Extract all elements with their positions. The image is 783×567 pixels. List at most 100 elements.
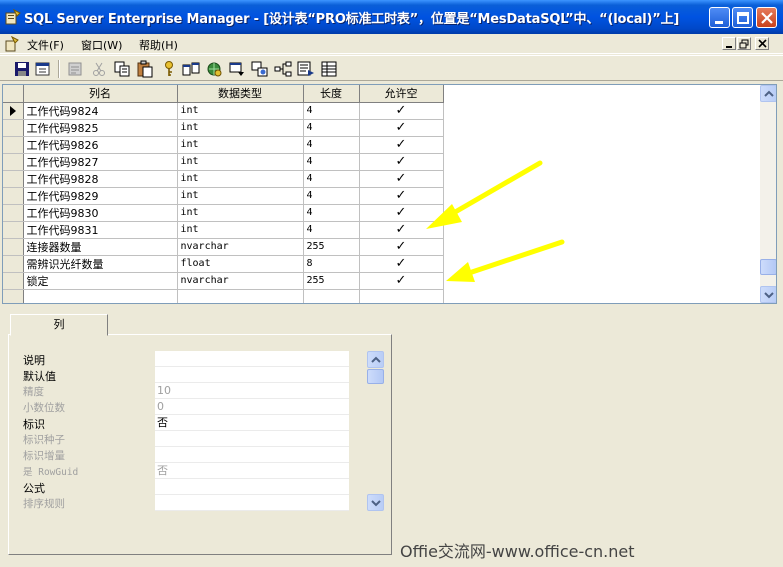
table-row[interactable]: 连接器数量 nvarchar 255 ✓ [3,238,444,256]
property-value[interactable] [155,351,349,367]
relationships-button[interactable] [182,60,200,78]
table-row[interactable]: 工作代码9828 int 4 ✓ [3,170,444,188]
cell-column-name[interactable]: 工作代码9829 [23,187,178,205]
row-selector[interactable] [3,204,24,222]
scroll-thumb[interactable] [760,259,776,275]
property-row[interactable]: 默认值 [23,367,359,383]
cell-column-name[interactable] [23,289,178,303]
cell-length[interactable]: 255 [303,238,360,256]
cell-data-type[interactable]: nvarchar [177,272,304,290]
document-icon[interactable] [4,36,20,52]
column-header-nullable[interactable]: 允许空 [359,85,444,103]
row-selector[interactable] [3,170,24,188]
close-button[interactable] [756,7,777,28]
enterprise-manager-app-icon[interactable] [5,9,21,25]
cell-length[interactable]: 4 [303,221,360,239]
row-selector[interactable] [3,102,24,120]
cell-allow-nulls[interactable]: ✓ [359,187,444,205]
constraints-button[interactable] [228,60,246,78]
cell-allow-nulls[interactable]: ✓ [359,238,444,256]
column-header-type[interactable]: 数据类型 [177,85,304,103]
scroll-up-button[interactable] [760,85,776,102]
cell-length[interactable]: 255 [303,272,360,290]
triggers-button[interactable] [251,60,269,78]
scroll-thumb[interactable] [367,369,384,384]
cell-length[interactable]: 8 [303,255,360,273]
table-row[interactable]: 锁定 nvarchar 255 ✓ [3,272,444,290]
property-value[interactable] [155,479,349,495]
cell-length[interactable]: 4 [303,187,360,205]
cell-column-name[interactable]: 工作代码9826 [23,136,178,154]
cell-data-type[interactable]: int [177,170,304,188]
cell-column-name[interactable]: 连接器数量 [23,238,178,256]
cell-data-type[interactable]: int [177,102,304,120]
cell-allow-nulls[interactable]: ✓ [359,119,444,137]
cell-length[interactable]: 4 [303,136,360,154]
paste-button[interactable] [136,60,154,78]
dependencies-button[interactable] [274,60,292,78]
menu-window[interactable]: 窗口(W) [81,37,122,53]
copy-button[interactable] [113,60,131,78]
cell-allow-nulls[interactable] [359,289,444,303]
cell-data-type[interactable] [177,289,304,303]
row-selector[interactable] [3,255,24,273]
row-selector[interactable] [3,187,24,205]
property-value[interactable] [155,367,349,383]
property-value[interactable]: 否 [155,415,349,431]
cell-allow-nulls[interactable]: ✓ [359,204,444,222]
cell-length[interactable]: 4 [303,170,360,188]
scroll-up-button[interactable] [367,351,384,368]
scroll-down-button[interactable] [367,494,384,511]
property-row[interactable]: 公式 [23,479,359,495]
cell-data-type[interactable]: int [177,136,304,154]
table-row[interactable]: 工作代码9825 int 4 ✓ [3,119,444,137]
row-selector-header[interactable] [3,85,24,103]
row-selector[interactable] [3,153,24,171]
cell-data-type[interactable]: nvarchar [177,238,304,256]
tab-columns[interactable]: 列 [10,314,108,336]
cut-button[interactable] [90,60,108,78]
cell-allow-nulls[interactable]: ✓ [359,221,444,239]
property-row[interactable]: 精度 10 [23,383,359,399]
grid-view-button[interactable] [320,60,338,78]
cell-data-type[interactable]: int [177,119,304,137]
table-row[interactable]: 工作代码9826 int 4 ✓ [3,136,444,154]
table-row[interactable]: 工作代码9824 int 4 ✓ [3,102,444,120]
cell-column-name[interactable]: 锁定 [23,272,178,290]
cell-data-type[interactable]: int [177,153,304,171]
cell-length[interactable]: 4 [303,153,360,171]
column-header-length[interactable]: 长度 [303,85,360,103]
cell-allow-nulls[interactable]: ✓ [359,272,444,290]
menu-file[interactable]: 文件(F) [27,37,64,53]
child-close-button[interactable] [755,37,769,50]
save-button[interactable] [13,60,31,78]
grid-vertical-scrollbar[interactable] [760,85,776,303]
cell-column-name[interactable]: 工作代码9830 [23,204,178,222]
property-row[interactable]: 是 RowGuid 否 [23,463,359,479]
cell-length[interactable]: 4 [303,102,360,120]
cell-allow-nulls[interactable]: ✓ [359,170,444,188]
cell-data-type[interactable]: float [177,255,304,273]
column-design-grid[interactable]: 列名 数据类型 长度 允许空 工作代码9824 int 4 ✓ 工作代码9825 int 4… [2,84,777,304]
cell-length[interactable]: 4 [303,119,360,137]
cell-length[interactable] [303,289,360,303]
cell-column-name[interactable]: 工作代码9824 [23,102,178,120]
generate-script-button[interactable] [66,60,84,78]
cell-allow-nulls[interactable]: ✓ [359,153,444,171]
property-row[interactable]: 标识增量 [23,447,359,463]
property-row[interactable]: 标识种子 [23,431,359,447]
child-minimize-button[interactable] [722,37,736,50]
cell-data-type[interactable]: int [177,187,304,205]
properties-button[interactable] [34,60,52,78]
cell-column-name[interactable]: 工作代码9825 [23,119,178,137]
property-row[interactable]: 说明 [23,351,359,367]
cell-column-name[interactable]: 需辨识光纤数量 [23,255,178,273]
save-change-script-button[interactable] [297,60,315,78]
minimize-button[interactable] [709,7,730,28]
row-selector[interactable] [3,272,24,290]
cell-column-name[interactable]: 工作代码9827 [23,153,178,171]
menu-help[interactable]: 帮助(H) [139,37,178,53]
row-selector[interactable] [3,136,24,154]
table-row[interactable]: 工作代码9827 int 4 ✓ [3,153,444,171]
property-row[interactable]: 排序规则 [23,495,359,511]
